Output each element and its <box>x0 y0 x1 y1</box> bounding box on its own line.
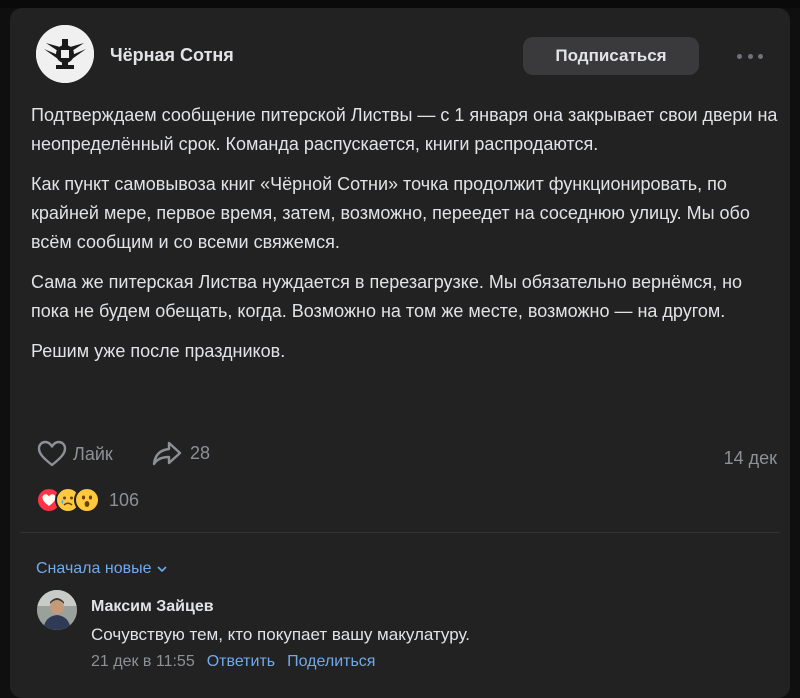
comment-author[interactable]: Максим Зайцев <box>91 598 214 616</box>
post-text: Подтверждаем сообщение питерской Листвы … <box>31 101 781 377</box>
divider <box>20 532 780 533</box>
like-button[interactable]: Лайк <box>37 440 113 468</box>
comment-time[interactable]: 21 дек в 11:55 <box>91 653 195 671</box>
post-paragraph: Сама же питерская Листва нуждается в пер… <box>31 272 743 321</box>
reactions-count: 106 <box>109 489 140 510</box>
community-logo-icon <box>36 25 94 83</box>
surprised-emoji-icon <box>74 487 100 513</box>
community-name[interactable]: Чёрная Сотня <box>110 45 234 66</box>
commenter-avatar[interactable] <box>37 590 77 630</box>
comments-sort-dropdown[interactable]: Сначала новые <box>36 560 168 578</box>
top-strip <box>0 0 800 8</box>
like-label: Лайк <box>73 443 113 464</box>
more-options-icon[interactable] <box>737 46 763 66</box>
heart-outline-icon <box>37 440 67 467</box>
reactions-summary[interactable]: 106 <box>36 487 139 513</box>
sort-label: Сначала новые <box>36 560 152 577</box>
share-count: 28 <box>190 442 211 463</box>
post-paragraph: Как пункт самовывоза книг «Чёрной Сотни»… <box>31 174 750 252</box>
share-comment-link[interactable]: Поделиться <box>287 653 375 671</box>
reply-link[interactable]: Ответить <box>207 653 275 671</box>
comment-text: Сочувствую тем, кто покупает вашу макула… <box>91 625 471 644</box>
share-button[interactable]: 28 <box>152 440 210 466</box>
post-actions: Лайк 28 14 дек <box>37 440 777 474</box>
subscribe-button[interactable]: Подписаться <box>523 37 699 75</box>
post-paragraph: Решим уже после праздников. <box>31 341 286 361</box>
community-avatar[interactable] <box>36 25 94 83</box>
share-arrow-icon <box>152 441 182 466</box>
post-card: Чёрная Сотня Подписаться Подтверждаем со… <box>10 8 790 698</box>
comment-meta: 21 дек в 11:55 Ответить Поделиться <box>91 653 375 671</box>
chevron-down-icon <box>157 566 168 573</box>
user-photo-icon <box>37 590 77 630</box>
post-date[interactable]: 14 дек <box>724 448 777 469</box>
post-paragraph: Подтверждаем сообщение питерской Листвы … <box>31 105 778 154</box>
